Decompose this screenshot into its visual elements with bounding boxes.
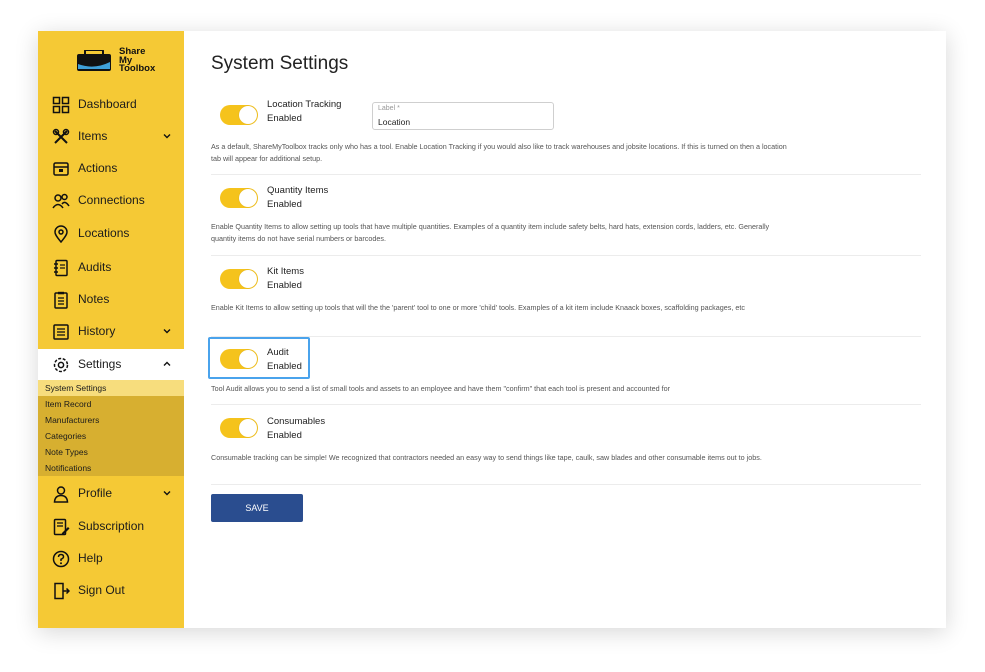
submenu-item-notifications[interactable]: Notifications: [38, 460, 184, 476]
option-title: Consumables: [267, 416, 326, 427]
submenu-item-system-settings[interactable]: System Settings: [38, 380, 184, 396]
divider: [211, 404, 921, 405]
sidebar-item-label: Profile: [78, 486, 113, 500]
consumables-toggle[interactable]: [220, 418, 258, 438]
settings-submenu: System Settings Item Record Manufacturer…: [38, 380, 184, 476]
actions-icon: [53, 162, 69, 176]
option-description: Enable Kit Items to allow setting up too…: [211, 303, 745, 312]
sidebar-item-label: Connections: [78, 193, 145, 207]
toolbox-logo-icon: [77, 50, 111, 71]
gear-icon: [53, 357, 69, 373]
submenu-item-categories[interactable]: Categories: [38, 428, 184, 444]
user-icon: [53, 486, 69, 503]
label-field-value: Location: [378, 117, 411, 127]
toggle-knob: [239, 419, 257, 437]
sidebar-item-label: Items: [78, 129, 108, 143]
grid-icon: [52, 96, 70, 114]
kit-items-toggle[interactable]: [220, 269, 258, 289]
sidebar-item-label: Dashboard: [78, 97, 137, 111]
chevron-down-icon: [163, 329, 171, 334]
logo-text-toolbox: Toolbox: [119, 63, 156, 74]
sidebar-item-audits[interactable]: Audits: [38, 252, 184, 284]
tools-icon: [52, 128, 70, 144]
logo[interactable]: Share My Toolbox: [76, 47, 166, 76]
option-state: Enabled: [267, 430, 302, 441]
history-icon: [53, 324, 69, 340]
sidebar-item-label: Actions: [78, 161, 118, 175]
sidebar-item-label: Notes: [78, 292, 110, 306]
sidebar-item-label: Sign Out: [78, 583, 125, 597]
sidebar-item-label: Help: [78, 551, 103, 565]
notes-icon: [54, 291, 68, 309]
sidebar-item-subscription[interactable]: Subscription: [38, 511, 184, 543]
help-icon: [52, 550, 70, 568]
page-title: System Settings: [211, 53, 349, 74]
logo-text: Share My Toolbox: [119, 47, 156, 74]
option-description: Enable Quantity Items to allow setting u…: [211, 222, 770, 243]
save-button[interactable]: SAVE: [211, 494, 303, 522]
sidebar-item-connections[interactable]: Connections: [38, 185, 184, 217]
chevron-down-icon: [163, 134, 171, 139]
main-content: System Settings Location Tracking Enable…: [184, 31, 946, 628]
sidebar-item-label: Audits: [78, 260, 112, 274]
option-state: Enabled: [267, 113, 302, 124]
divider: [211, 255, 921, 256]
option-state: Enabled: [267, 280, 302, 291]
sidebar-item-label: History: [78, 324, 116, 338]
sidebar-item-items[interactable]: Items: [38, 121, 184, 153]
sidebar-item-label: Settings: [78, 357, 122, 371]
submenu-item-manufacturers[interactable]: Manufacturers: [38, 412, 184, 428]
sidebar-item-label: Locations: [78, 226, 130, 240]
audit-highlight-box: [208, 337, 310, 379]
sidebar-item-dashboard[interactable]: Dashboard: [38, 89, 184, 121]
sidebar-item-notes[interactable]: Notes: [38, 284, 184, 316]
option-description: As a default, ShareMyToolbox tracks only…: [211, 142, 787, 163]
sidebar-item-actions[interactable]: Actions: [38, 153, 184, 185]
option-title: Quantity Items: [267, 185, 329, 196]
sidebar-item-locations[interactable]: Locations: [38, 218, 184, 250]
divider: [211, 336, 921, 337]
option-state: Enabled: [267, 199, 302, 210]
sidebar-item-settings[interactable]: Settings: [38, 349, 184, 381]
chevron-up-icon: [163, 361, 171, 366]
toggle-knob: [239, 106, 257, 124]
subscription-icon: [53, 518, 70, 536]
label-field-label: Label *: [378, 105, 400, 112]
location-label-field[interactable]: Label * Location: [372, 102, 554, 130]
submenu-item-note-types[interactable]: Note Types: [38, 444, 184, 460]
people-icon: [52, 193, 70, 209]
sidebar-item-sign-out[interactable]: Sign Out: [38, 575, 184, 607]
sidebar-item-help[interactable]: Help: [38, 543, 184, 575]
sidebar-item-history[interactable]: History: [38, 316, 184, 348]
quantity-items-toggle[interactable]: [220, 188, 258, 208]
option-description: Consumable tracking can be simple! We re…: [211, 453, 762, 462]
option-title: Kit Items: [267, 266, 304, 277]
location-tracking-toggle[interactable]: [220, 105, 258, 125]
divider: [211, 484, 921, 485]
location-pin-icon: [54, 225, 68, 243]
app-window: Share My Toolbox Dashboard Items Actions…: [38, 31, 946, 628]
sign-out-icon: [54, 582, 70, 600]
toggle-knob: [239, 189, 257, 207]
sidebar-item-profile[interactable]: Profile: [38, 478, 184, 510]
submenu-item-item-record[interactable]: Item Record: [38, 396, 184, 412]
chevron-down-icon: [163, 491, 171, 496]
sidebar-item-label: Subscription: [78, 519, 145, 533]
notebook-icon: [54, 259, 68, 277]
toggle-knob: [239, 270, 257, 288]
divider: [211, 174, 921, 175]
option-description: Tool Audit allows you to send a list of …: [211, 384, 670, 393]
sidebar: Share My Toolbox Dashboard Items Actions…: [38, 31, 184, 628]
option-title: Location Tracking: [267, 99, 342, 110]
